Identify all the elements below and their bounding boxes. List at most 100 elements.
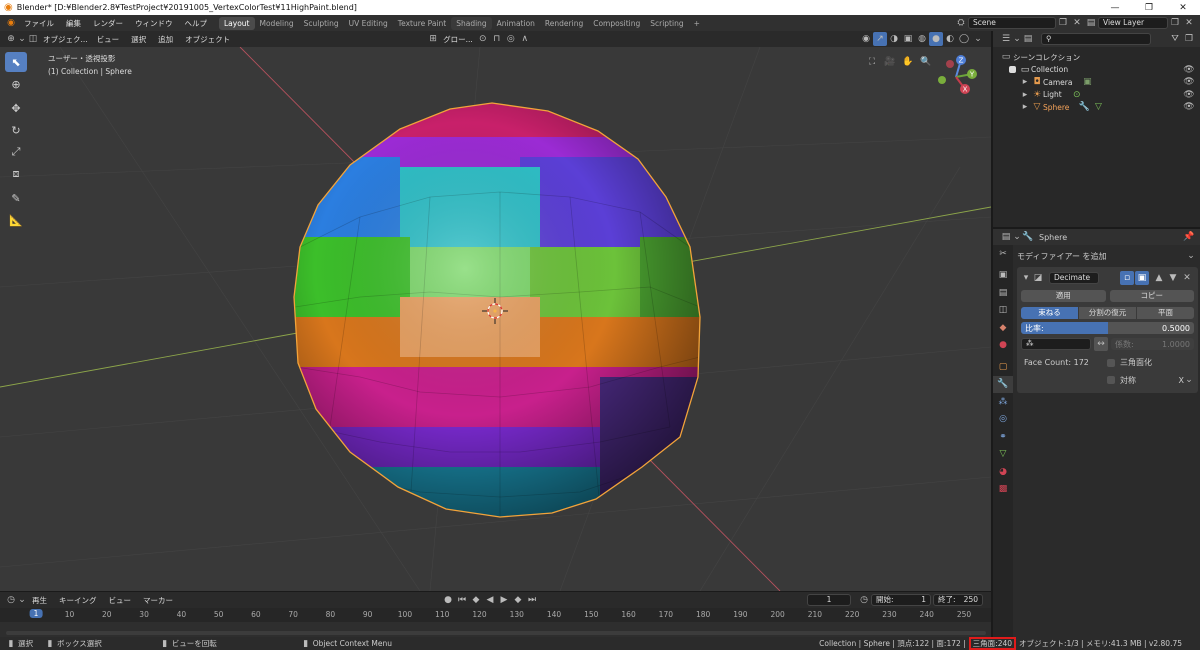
wireframe-shading-icon[interactable]: ◍ xyxy=(915,32,929,46)
symmetry-checkbox[interactable] xyxy=(1107,376,1115,384)
jump-start-icon[interactable]: ⏮ xyxy=(455,593,469,607)
frame-start-field[interactable]: 開始: 1 xyxy=(871,594,931,606)
outliner-item-sphere[interactable]: ▸ ▽ Sphere 🔧 ▽ 👁 xyxy=(993,101,1200,114)
tab-compositing[interactable]: Compositing xyxy=(588,17,645,30)
add-modifier-dropdown[interactable]: モディファイアー を追加 ⌄ xyxy=(1017,249,1198,263)
scale-tool-icon[interactable]: ⤢ xyxy=(5,142,27,162)
move-up-icon[interactable]: ▲ xyxy=(1152,271,1166,285)
menu-playback[interactable]: 再生 xyxy=(26,595,53,606)
snap-icon[interactable]: ⊓ xyxy=(490,32,504,46)
menu-marker[interactable]: マーカー xyxy=(137,595,179,606)
material-shading-icon[interactable]: ◐ xyxy=(943,32,957,46)
ratio-slider[interactable]: 比率: 0.5000 xyxy=(1021,322,1194,334)
triangulate-checkbox[interactable] xyxy=(1107,358,1115,367)
camera-view-icon[interactable]: 🎥 xyxy=(881,55,899,69)
invert-icon[interactable]: ↔ xyxy=(1094,337,1108,351)
frame-ruler[interactable]: 1 10 20 30 40 50 60 70 80 90 100 110 120 130 140 150 160… xyxy=(0,608,991,622)
outliner-item-camera[interactable]: ▸ ◘ Camera ▣ 👁 xyxy=(993,76,1200,89)
mesh-data-icon[interactable]: ▽ xyxy=(1091,100,1105,114)
menu-select[interactable]: 選択 xyxy=(125,34,152,45)
tab-uv-editing[interactable]: UV Editing xyxy=(344,17,393,30)
menu-timeline-view[interactable]: ビュー xyxy=(103,595,138,606)
modifier-tab-icon[interactable]: 🔧 xyxy=(993,375,1013,393)
modifier-name-field[interactable]: Decimate xyxy=(1049,272,1099,284)
vertex-group-field[interactable]: ⁂ xyxy=(1021,338,1091,350)
timeline-editor-type-icon[interactable]: ◷ xyxy=(4,593,18,607)
menu-window[interactable]: ウィンドウ xyxy=(129,18,179,29)
physics-tab-icon[interactable]: ◎ xyxy=(993,411,1013,429)
pivot-icon[interactable]: ⊙ xyxy=(476,32,490,46)
apply-button[interactable]: 適用 xyxy=(1021,290,1106,302)
view-layer-selector[interactable]: View Layer xyxy=(1098,17,1168,29)
mode-unsubdivide-button[interactable]: 分割の復元 xyxy=(1079,307,1136,319)
render-toggle-icon[interactable]: ▣ xyxy=(1135,271,1149,285)
scene-selector[interactable]: Scene xyxy=(968,17,1056,29)
material-tab-icon[interactable]: ◕ xyxy=(993,463,1013,481)
close-icon[interactable]: ✕ xyxy=(1166,3,1200,13)
current-frame-field[interactable]: 1 xyxy=(807,594,851,606)
frame-end-field[interactable]: 終了: 250 xyxy=(933,594,983,606)
menu-keying[interactable]: キーイング xyxy=(53,595,103,606)
view-layer-icon[interactable]: ▤ xyxy=(1084,16,1098,30)
overlay-icon[interactable]: ◑ xyxy=(887,32,901,46)
shading-options-icon[interactable]: ⌄ xyxy=(971,32,985,46)
gizmo-toggle-icon[interactable]: ↗ xyxy=(873,32,887,46)
solid-shading-icon[interactable]: ● xyxy=(929,32,943,46)
scene-tab-icon[interactable]: ◆ xyxy=(993,319,1013,337)
properties-editor-type-icon[interactable]: ▤ xyxy=(999,230,1013,244)
editmode-toggle-icon[interactable]: ▫ xyxy=(1120,271,1134,285)
outliner-collection[interactable]: ▭ Collection 👁 xyxy=(993,64,1200,77)
maximize-icon[interactable]: ❐ xyxy=(1132,3,1166,13)
output-tab-icon[interactable]: ▤ xyxy=(993,284,1013,302)
tab-scripting[interactable]: Scripting xyxy=(645,17,688,30)
world-tab-icon[interactable]: ● xyxy=(993,337,1013,355)
outliner-search-input[interactable]: ⚲ xyxy=(1041,33,1151,45)
view-layer-tab-icon[interactable]: ◫ xyxy=(993,302,1013,320)
new-view-layer-icon[interactable]: ❐ xyxy=(1168,16,1182,30)
visibility-icon[interactable]: ◉ xyxy=(859,32,873,46)
display-mode-icon[interactable]: ▤ xyxy=(1021,32,1035,46)
menu-add[interactable]: 追加 xyxy=(152,34,179,45)
play-reverse-icon[interactable]: ◀ xyxy=(483,593,497,607)
timeline-scrollbar[interactable] xyxy=(6,631,986,635)
menu-render[interactable]: レンダー xyxy=(87,18,129,29)
tab-rendering[interactable]: Rendering xyxy=(540,17,588,30)
jump-end-icon[interactable]: ⏭ xyxy=(525,593,539,607)
falloff-icon[interactable]: ∧ xyxy=(518,32,532,46)
timeline-track[interactable] xyxy=(0,622,991,638)
blender-menu-icon[interactable]: ◉ xyxy=(4,16,18,30)
select-tool-icon[interactable]: ⬉ xyxy=(5,52,27,72)
object-tab-icon[interactable]: ▢ xyxy=(993,358,1013,376)
pan-hand-icon[interactable]: ✋ xyxy=(899,55,917,69)
transform-orientation-selector[interactable]: グロー... xyxy=(440,34,476,45)
3d-viewport[interactable]: ⬉ ⊕ ✥ ↻ ⤢ ⧈ ✎ 📐 ユーザー・透視投影 (1) Collection… xyxy=(0,47,991,591)
move-down-icon[interactable]: ▼ xyxy=(1166,271,1180,285)
tab-modeling[interactable]: Modeling xyxy=(255,17,299,30)
mode-collapse-button[interactable]: 束ねる xyxy=(1021,307,1078,319)
data-tab-icon[interactable]: ▽ xyxy=(993,446,1013,464)
tab-layout[interactable]: Layout xyxy=(219,16,255,30)
prev-keyframe-icon[interactable]: ◆ xyxy=(469,593,483,607)
outliner-editor-type-icon[interactable]: ☰ xyxy=(999,32,1013,46)
rotate-tool-icon[interactable]: ↻ xyxy=(5,120,27,140)
remove-modifier-icon[interactable]: ✕ xyxy=(1180,271,1194,285)
menu-edit[interactable]: 編集 xyxy=(60,18,87,29)
transform-tool-icon[interactable]: ⧈ xyxy=(5,164,27,184)
delete-scene-icon[interactable]: ✕ xyxy=(1070,16,1084,30)
next-keyframe-icon[interactable]: ◆ xyxy=(511,593,525,607)
render-tab-icon[interactable]: ▣ xyxy=(993,267,1013,285)
collection-checkbox[interactable] xyxy=(1009,66,1016,74)
scene-icon[interactable]: ⛭ xyxy=(954,16,968,30)
tab-animation[interactable]: Animation xyxy=(492,17,540,30)
preview-range-icon[interactable]: ◷ xyxy=(857,593,871,607)
collapse-arrow-icon[interactable]: ▾ xyxy=(1021,271,1031,285)
constraints-tab-icon[interactable]: ⚭ xyxy=(993,428,1013,446)
menu-view[interactable]: ビュー xyxy=(91,34,126,45)
tab-texture-paint[interactable]: Texture Paint xyxy=(393,17,451,30)
copy-button[interactable]: コピー xyxy=(1109,290,1194,302)
expand-arrow-icon[interactable]: ▸ xyxy=(1019,100,1031,114)
tab-shading[interactable]: Shading xyxy=(451,16,492,30)
proportional-edit-icon[interactable]: ◎ xyxy=(504,32,518,46)
navigation-gizmo[interactable]: Z Y X xyxy=(928,52,983,102)
xray-icon[interactable]: ▣ xyxy=(901,32,915,46)
